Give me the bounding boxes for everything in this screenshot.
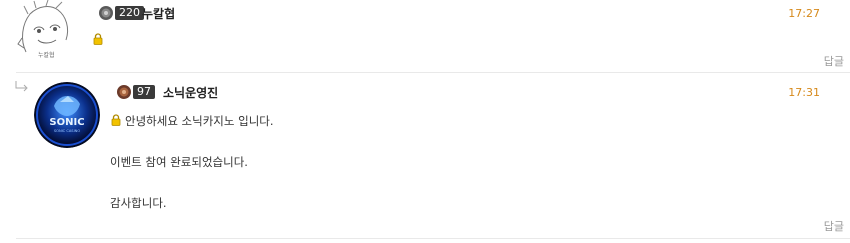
comment-nickname[interactable]: 누칼협 [142, 5, 175, 22]
avatar-logo-subtext: SONIC CASINO [54, 129, 81, 133]
comment-nickname[interactable]: 소닉운영진 [163, 84, 218, 101]
reply-arrow-icon [15, 81, 28, 92]
lock-icon [111, 114, 121, 126]
comment-time: 17:31 [788, 86, 820, 99]
comment-text: 감사합니다. [110, 196, 167, 210]
avatar-signature: 누칼협 [38, 51, 55, 59]
comment-item-reply: SONIC SONIC CASINO 97 소닉운영진 17:31 안녕하세요 … [0, 74, 850, 239]
profile-avatar-sonic[interactable]: SONIC SONIC CASINO [34, 82, 100, 148]
lock-icon [93, 33, 103, 45]
divider [16, 72, 850, 73]
level-emblem-icon [99, 6, 113, 20]
reply-button[interactable]: 답글 [824, 218, 844, 234]
comment-item: 누칼협 220 누칼협 17:27 답글 [0, 0, 850, 72]
reply-button[interactable]: 답글 [824, 53, 844, 69]
avatar-logo-text: SONIC [49, 117, 84, 128]
level-emblem-icon [117, 85, 131, 99]
comment-body-line: 안녕하세요 소닉카지노 입니다. [110, 114, 274, 128]
level-number: 97 [133, 85, 155, 99]
comment-text: 안녕하세요 소닉카지노 입니다. [125, 114, 274, 128]
comment-body-line: 이벤트 참여 완료되었습니다. [110, 155, 248, 169]
comment-body-line: 감사합니다. [110, 196, 167, 210]
profile-avatar-sketch[interactable]: 누칼협 [16, 0, 74, 62]
comment-text: 이벤트 참여 완료되었습니다. [110, 155, 248, 169]
level-badge: 220 [98, 5, 144, 21]
divider [16, 238, 850, 239]
level-number: 220 [115, 6, 144, 20]
comment-time: 17:27 [788, 7, 820, 20]
level-badge: 97 [116, 84, 155, 100]
